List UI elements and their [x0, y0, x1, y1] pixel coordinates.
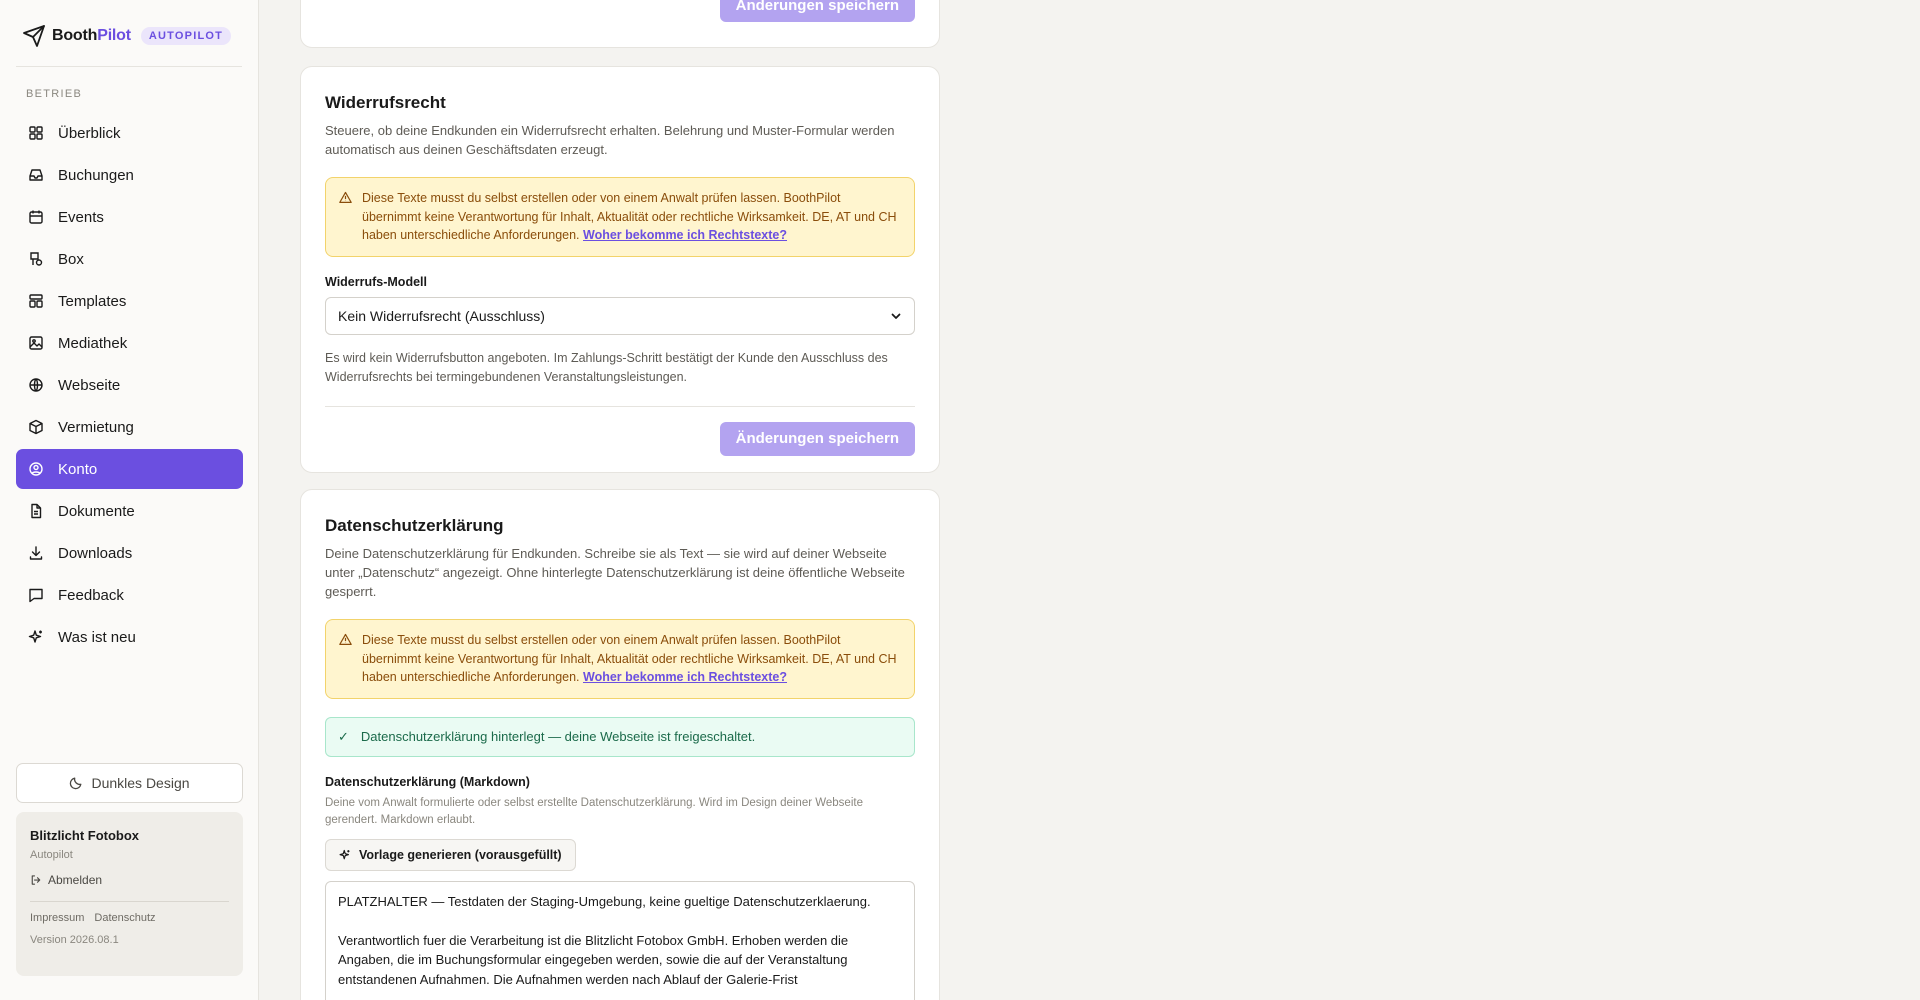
legal-warning: Diese Texte musst du selbst erstellen od… — [325, 619, 915, 699]
message-icon — [29, 588, 43, 603]
sidebar-item-templates[interactable]: Templates — [16, 281, 243, 321]
moon-icon — [70, 777, 82, 790]
save-button[interactable]: Änderungen speichern — [719, 421, 915, 456]
legal-texts-link[interactable]: Woher bekomme ich Rechtstexte? — [583, 228, 787, 242]
version-label: Version 2026.08.1 — [30, 934, 119, 946]
logout-button[interactable]: Abmelden — [30, 873, 229, 887]
select-value: Kein Widerrufsrecht (Ausschluss) — [338, 307, 545, 324]
sidebar-item-feedback[interactable]: Feedback — [16, 575, 243, 615]
privacy-markdown-textarea[interactable]: PLATZHALTER — Testdaten der Staging-Umge… — [325, 880, 915, 1000]
check-icon: ✓ — [338, 728, 349, 744]
brand-name: BoothPilot — [52, 27, 131, 44]
legal-texts-link[interactable]: Woher bekomme ich Rechtstexte? — [583, 670, 787, 684]
download-icon — [29, 546, 43, 560]
generate-template-button[interactable]: Vorlage generieren (vorausgefüllt) — [325, 838, 576, 871]
card-title: Widerrufsrecht — [325, 93, 446, 112]
datenschutz-link[interactable]: Datenschutz — [94, 912, 155, 924]
sidebar-item-downloads[interactable]: Downloads — [16, 533, 243, 573]
account-name: Blitzlicht Fotobox — [30, 828, 140, 843]
widerruf-model-select[interactable]: Kein Widerrufsrecht (Ausschluss) — [325, 296, 915, 335]
sidebar-item-events[interactable]: Events — [16, 197, 243, 237]
field-hint: Es wird kein Widerrufsbutton angeboten. … — [325, 350, 888, 384]
sidebar-item-box[interactable]: Box — [16, 239, 243, 279]
footer-links: Impressum Datenschutz — [30, 912, 229, 924]
previous-settings-card: Änderungen speichern — [300, 0, 940, 48]
image-icon — [29, 336, 43, 350]
divider — [30, 901, 229, 902]
dark-mode-button[interactable]: Dunkles Design — [16, 763, 243, 803]
sidebar-item-label: Webseite — [58, 376, 121, 394]
divider — [16, 66, 242, 67]
sidebar: BoothPilot AUTOPILOT BETRIEB Überblick B… — [0, 0, 259, 1000]
account-plan: Autopilot — [30, 849, 73, 861]
logout-label: Abmelden — [48, 873, 103, 887]
sidebar-item-label: Feedback — [58, 586, 124, 604]
globe-icon — [29, 378, 43, 392]
sidebar-item-label: Templates — [58, 292, 127, 310]
generate-template-label: Vorlage generieren (vorausgefüllt) — [359, 847, 562, 862]
field-label: Datenschutzerklärung (Markdown) — [325, 774, 530, 789]
sidebar-item-label: Box — [58, 250, 84, 268]
save-button[interactable]: Änderungen speichern — [719, 0, 915, 22]
card-footer: Änderungen speichern — [325, 407, 915, 456]
legal-warning: Diese Texte musst du selbst erstellen od… — [325, 177, 915, 257]
sidebar-item-ueberblick[interactable]: Überblick — [16, 113, 243, 153]
success-text: Datenschutzerklärung hinterlegt — deine … — [360, 729, 756, 744]
sparkle-icon — [28, 630, 42, 643]
nav-section-label: BETRIEB — [26, 88, 83, 100]
sidebar-item-mediathek[interactable]: Mediathek — [16, 323, 243, 363]
sidebar-item-dokumente[interactable]: Dokumente — [16, 491, 243, 531]
field-hint: Deine vom Anwalt formulierte oder selbst… — [325, 796, 863, 826]
success-notice: ✓ Datenschutzerklärung hinterlegt — dein… — [325, 716, 915, 757]
warning-icon — [339, 191, 352, 203]
sidebar-item-was-ist-neu[interactable]: Was ist neu — [16, 617, 243, 657]
package-icon — [29, 419, 43, 435]
sidebar-item-label: Mediathek — [58, 334, 128, 352]
sidebar-item-label: Downloads — [58, 544, 133, 562]
card-description: Deine Datenschutzerklärung für Endkunden… — [325, 546, 905, 599]
widerruf-card: Widerrufsrecht Steuere, ob deine Endkund… — [300, 66, 940, 473]
box-device-icon — [30, 252, 43, 266]
brand[interactable]: BoothPilot AUTOPILOT — [22, 23, 232, 49]
sidebar-item-label: Vermietung — [58, 418, 134, 436]
file-icon — [31, 503, 42, 519]
account-card: Blitzlicht Fotobox Autopilot Abmelden Im… — [16, 812, 243, 976]
user-circle-icon — [29, 462, 43, 476]
template-icon — [29, 294, 43, 308]
inbox-icon — [29, 169, 43, 181]
calendar-icon — [29, 210, 43, 224]
impressum-link[interactable]: Impressum — [30, 912, 84, 924]
sidebar-item-vermietung[interactable]: Vermietung — [16, 407, 243, 447]
chevron-down-icon — [891, 313, 901, 319]
sidebar-item-label: Konto — [58, 460, 98, 478]
warning-icon — [339, 633, 352, 645]
sidebar-item-label: Überblick — [58, 124, 121, 142]
sidebar-item-buchungen[interactable]: Buchungen — [16, 155, 243, 195]
sidebar-nav: Überblick Buchungen Events Box Templates… — [16, 113, 243, 659]
sidebar-item-webseite[interactable]: Webseite — [16, 365, 243, 405]
sidebar-item-label: Buchungen — [58, 166, 134, 184]
sidebar-item-konto[interactable]: Konto — [16, 449, 243, 489]
paper-plane-icon — [23, 25, 45, 47]
field-label: Widerrufs-Modell — [325, 274, 427, 289]
dashboard-icon — [29, 126, 43, 140]
sidebar-item-label: Events — [58, 208, 104, 226]
logout-icon — [31, 875, 41, 885]
datenschutz-card: Datenschutzerklärung Deine Datenschutzer… — [300, 489, 940, 1000]
plan-badge: AUTOPILOT — [140, 27, 232, 45]
dark-mode-label: Dunkles Design — [91, 775, 190, 791]
sparkle-icon — [339, 849, 350, 859]
sidebar-item-label: Dokumente — [58, 502, 135, 520]
sidebar-item-label: Was ist neu — [58, 628, 136, 646]
card-description: Steuere, ob deine Endkunden ein Widerruf… — [325, 123, 895, 157]
card-title: Datenschutzerklärung — [325, 516, 504, 535]
